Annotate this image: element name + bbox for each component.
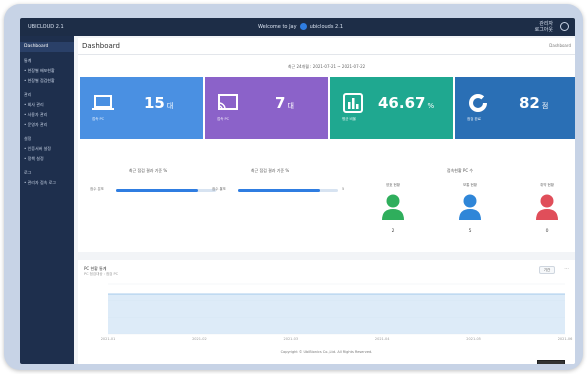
status-col-weak: 취약 현황 0	[522, 183, 572, 234]
status-name: 양호 현황	[386, 183, 400, 187]
trend-chart-panel: 2021-01 2021-02 2021-03 2021-04 2021-05 2021-…	[78, 260, 575, 348]
gauge-track	[116, 188, 216, 192]
thumbnail-preview[interactable]	[537, 360, 565, 364]
stat-card-check-done[interactable]: 점검 완료 82 점	[455, 77, 575, 139]
user-icon	[459, 194, 481, 220]
status-count: 5	[468, 229, 472, 234]
x-tick-label: 2021-01	[101, 337, 116, 341]
stat-card-average-rate[interactable]: 평균 비율 46.67%	[330, 77, 453, 139]
status-count: 0	[545, 229, 549, 234]
top-header: UBICLOUD 2.1 Welcome to Jay ubiclouds 2.…	[20, 18, 575, 36]
sidebar-section-stats: 통계	[24, 58, 32, 63]
trend-chart: 2021-01 2021-02 2021-03 2021-04 2021-05 2021-…	[101, 283, 573, 341]
sidebar-item-dashboard[interactable]: Dashboard	[20, 42, 74, 52]
stat-label: 평균 비율	[342, 117, 356, 121]
status-name: 취약 현황	[540, 183, 554, 187]
x-tick-label: 2021-06	[558, 337, 573, 341]
user-icon	[536, 194, 558, 220]
x-tick-label: 2021-02	[192, 337, 207, 341]
more-icon[interactable]: ···	[564, 266, 569, 272]
x-tick-label: 2021-03	[283, 337, 298, 341]
account-menu[interactable]: 관리자 로그아웃	[535, 21, 553, 33]
page-title: Dashboard	[82, 42, 120, 50]
laptop-icon	[92, 95, 114, 110]
sidebar-item-deploy-status[interactable]: • 현장별 배포현황	[24, 68, 55, 74]
stat-label: 접속 PC	[92, 117, 105, 121]
sidebar-item-policy[interactable]: • 정책 설정	[24, 156, 44, 162]
welcome-message: Welcome to Jay ubiclouds 2.1	[258, 23, 343, 30]
sidebar-item-auth-server[interactable]: • 인증서버 설정	[24, 146, 51, 152]
main-content: Dashboard Dashboard 최근 24개월 : 2021-07-21…	[78, 38, 575, 364]
x-tick-label: 2021-05	[466, 337, 481, 341]
title-divider	[78, 54, 575, 55]
status-count: 2	[391, 229, 395, 234]
user-shield-icon	[299, 23, 307, 30]
sidebar-item-company[interactable]: • 회사 관리	[24, 102, 44, 108]
chart-subtitle: PC 점검대상 : 점검 PC	[84, 272, 119, 276]
sidebar-item-check-status[interactable]: • 현장별 점검현황	[24, 78, 55, 84]
stat-value: 7대	[275, 94, 294, 112]
user-name: ubiclouds 2.1	[309, 23, 343, 30]
status-title: 접속현황 PC 수	[446, 168, 474, 173]
chart-area	[108, 294, 565, 334]
stat-label: 접속 PC	[217, 117, 230, 121]
gauge-label: 점수 분포	[90, 187, 104, 191]
stat-card-cast-pc[interactable]: 접속 PC 7대	[205, 77, 328, 139]
user-icon	[382, 194, 404, 220]
bar-chart-icon	[343, 93, 363, 113]
status-col-normal: 보통 현황 5	[445, 183, 495, 234]
stat-value: 82 점	[519, 94, 549, 112]
sidebar-section-settings: 설정	[24, 136, 32, 141]
gauge-title-2: 최근 점검 결과 기준 %	[250, 168, 290, 173]
sidebar-item-operators[interactable]: • 운영자 관리	[24, 122, 47, 128]
sidebar-item-users[interactable]: • 사용자 관리	[24, 112, 47, 118]
gauge-row-2: 점수 분포 5	[212, 187, 362, 193]
stat-value: 15 대	[144, 94, 174, 112]
gauge-track	[238, 188, 338, 192]
gauge-label: 점수 분포	[212, 187, 226, 191]
device-frame: UBICLOUD 2.1 Welcome to Jay ubiclouds 2.…	[4, 4, 583, 370]
period-button[interactable]: 기간	[539, 266, 555, 274]
brand-logo[interactable]: UBICLOUD 2.1	[28, 24, 64, 30]
stat-label: 점검 완료	[467, 117, 481, 121]
stat-value: 46.67%	[378, 94, 435, 112]
app-screen: UBICLOUD 2.1 Welcome to Jay ubiclouds 2.…	[20, 18, 575, 364]
gauge-title-1: 최근 점검 결과 기준 %	[128, 168, 168, 173]
x-tick-label: 2021-04	[375, 337, 390, 341]
status-col-good: 양호 현황 2	[368, 183, 418, 234]
donut-icon	[469, 94, 487, 112]
period-label: 최근 24개월 : 2021-07-21 ~ 2021-07-22	[287, 64, 366, 69]
welcome-text: Welcome to Jay	[258, 23, 297, 30]
gear-icon[interactable]	[560, 22, 569, 31]
sidebar: Dashboard 통계 • 현장별 배포현황 • 현장별 점검현황 관리 • …	[20, 36, 74, 364]
gauge-fill	[238, 188, 320, 192]
gauge-fill	[116, 188, 198, 192]
sidebar-item-admin-log[interactable]: • 관리자 접속 로그	[24, 180, 56, 186]
sidebar-section-manage: 관리	[24, 92, 32, 97]
section-divider	[78, 252, 575, 260]
gauge-percent: 5	[342, 187, 345, 191]
footer-copyright: Copyright © UbiBionics Co.,Ltd. All Righ…	[280, 350, 373, 354]
sidebar-section-logs: 로그	[24, 170, 32, 175]
status-name: 보통 현황	[463, 183, 477, 187]
cast-icon	[218, 94, 238, 110]
breadcrumb[interactable]: Dashboard	[549, 43, 571, 48]
logout-link[interactable]: 로그아웃	[535, 27, 553, 33]
stat-card-connected-pc[interactable]: 접속 PC 15 대	[80, 77, 203, 139]
